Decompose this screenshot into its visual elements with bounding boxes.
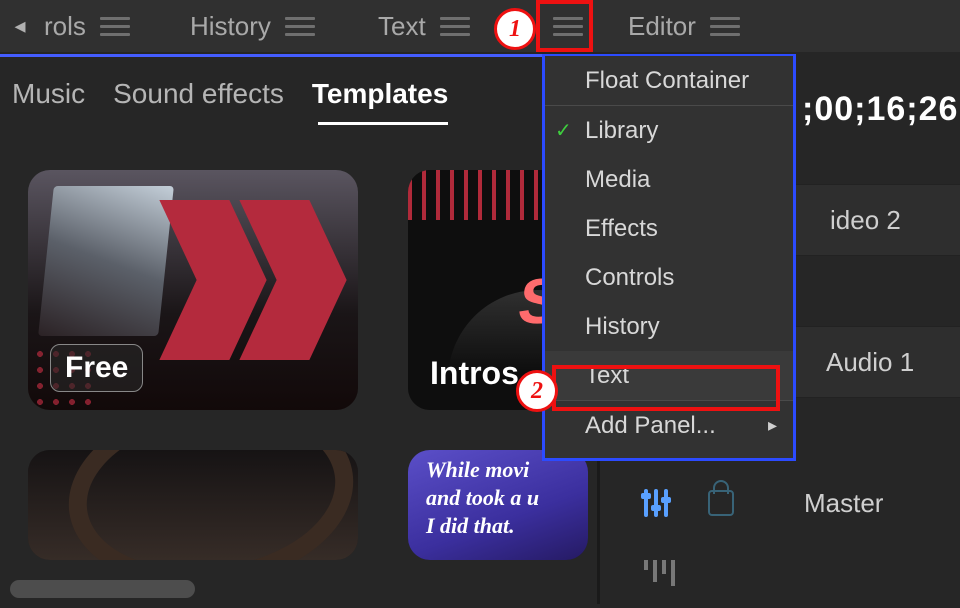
subtab-sound-effects[interactable]: Sound effects — [113, 78, 284, 110]
menu-item-label: Add Panel... — [585, 412, 716, 440]
menu-item-media[interactable]: Media — [545, 155, 793, 204]
menu-item-controls[interactable]: Controls — [545, 253, 793, 302]
annotation-callout-2: 2 — [516, 370, 558, 412]
hamburger-icon[interactable] — [285, 17, 315, 36]
template-thumb-wreath[interactable] — [28, 450, 358, 560]
menu-item-float-container[interactable]: Float Container — [545, 56, 793, 105]
tab-history[interactable]: History — [190, 0, 315, 52]
submenu-arrow-icon: ▸ — [768, 415, 777, 436]
tab-controls[interactable]: rols — [44, 0, 130, 52]
hamburger-icon[interactable] — [710, 17, 740, 36]
track-master-label: Master — [804, 488, 883, 519]
menu-item-label: Controls — [585, 264, 674, 292]
menu-item-label: Library — [585, 117, 658, 145]
template-thumb-free[interactable]: Free — [28, 170, 358, 410]
menu-item-history[interactable]: History — [545, 302, 793, 351]
annotation-callout-1: 1 — [494, 8, 536, 50]
thumb-art — [258, 200, 328, 360]
tab-history-label: History — [190, 11, 271, 42]
subtab-templates[interactable]: Templates — [312, 78, 448, 110]
subtab-music[interactable]: Music — [12, 78, 85, 110]
tabs-scroll-left[interactable]: ◂ — [8, 8, 32, 44]
menu-item-label: Effects — [585, 215, 658, 243]
track-master-controls: Master — [600, 468, 960, 538]
quote-line: While movi — [426, 457, 529, 482]
quote-line: and took a u — [426, 485, 539, 510]
levels-icon[interactable] — [644, 560, 675, 586]
hamburger-icon[interactable] — [100, 17, 130, 36]
tab-editor-label: Editor — [628, 11, 696, 42]
menu-item-effects[interactable]: Effects — [545, 204, 793, 253]
mixer-icon[interactable] — [644, 489, 668, 517]
thumb-caption: Free — [50, 344, 143, 392]
tab-text-label: Text — [378, 11, 426, 42]
horizontal-scrollbar[interactable] — [10, 580, 195, 598]
tab-editor[interactable]: Editor — [628, 0, 740, 52]
menu-item-label: Float Container — [585, 67, 749, 95]
timecode-display[interactable]: ;00;16;26 — [802, 90, 958, 129]
tab-text[interactable]: Text — [378, 0, 470, 52]
lock-icon[interactable] — [708, 490, 734, 516]
subtab-underline — [318, 122, 448, 125]
annotation-box-2 — [552, 365, 780, 411]
menu-item-label: Media — [585, 166, 650, 194]
library-subtabs: Music Sound effects Templates — [12, 78, 448, 110]
tab-controls-label: rols — [44, 11, 86, 42]
template-thumb-quote[interactable]: While movi and took a u I did that. — [408, 450, 588, 560]
menu-item-library[interactable]: ✓ Library — [545, 106, 793, 155]
thumb-art — [56, 450, 358, 560]
check-icon: ✓ — [555, 118, 572, 143]
hamburger-icon[interactable] — [440, 17, 470, 36]
thumb-art — [38, 186, 174, 336]
track-extra-controls — [600, 538, 960, 608]
quote-line: I did that. — [426, 513, 515, 538]
menu-item-label: History — [585, 313, 660, 341]
thumb-quote-text: While movi and took a u I did that. — [426, 456, 576, 540]
top-tab-bar: ◂ rols History Text Editor — [0, 0, 960, 52]
thumb-art — [178, 200, 248, 360]
annotation-box-1 — [536, 0, 593, 52]
thumb-caption: Intros — [430, 355, 519, 392]
thumb-caption-text: Free — [65, 351, 128, 384]
